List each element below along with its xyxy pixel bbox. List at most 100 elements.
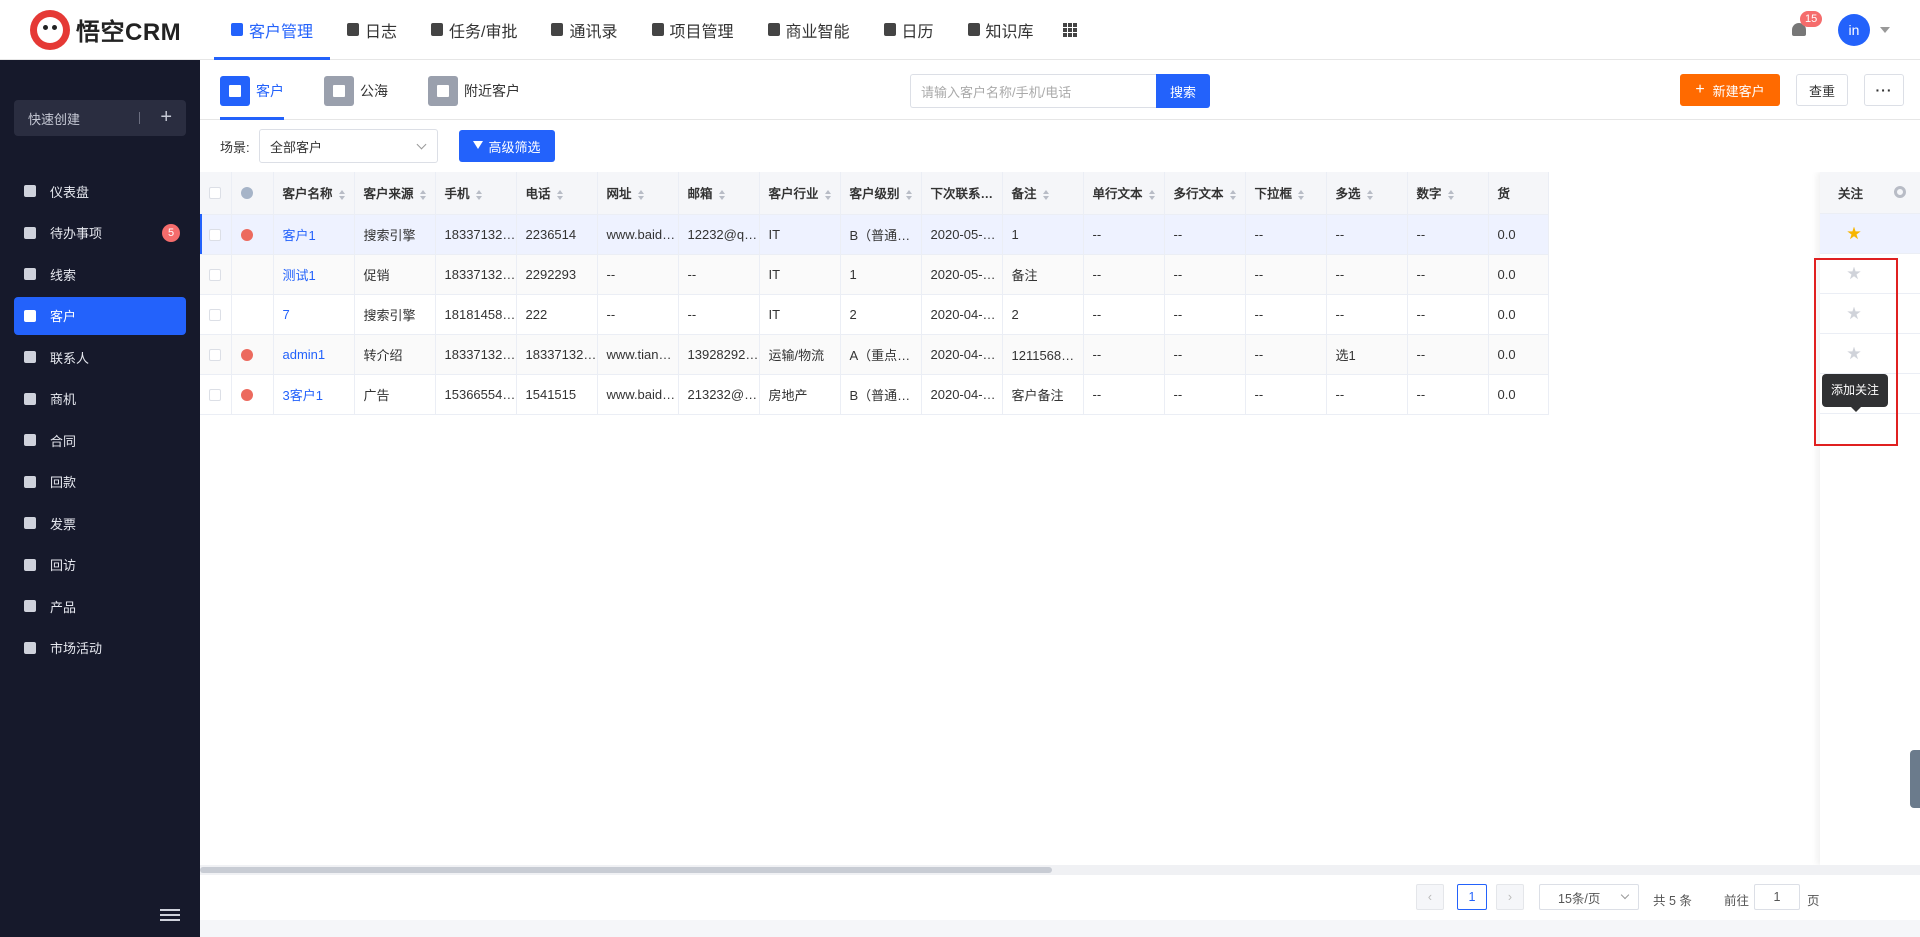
- sidebar-item-10[interactable]: 产品: [14, 587, 186, 625]
- customer-name-link[interactable]: admin1: [273, 334, 355, 375]
- sort-icon[interactable]: [905, 189, 912, 200]
- nav-item-2[interactable]: 任务/审批: [414, 0, 534, 60]
- sidebar-item-4[interactable]: 联系人: [14, 338, 186, 376]
- page-size-select[interactable]: 15条/页: [1539, 884, 1639, 910]
- plus-icon: +: [1695, 81, 1705, 98]
- quick-create-button[interactable]: 快速创建 +: [14, 100, 186, 136]
- next-page-button[interactable]: ›: [1496, 884, 1524, 910]
- column-header-10[interactable]: 单行文本: [1083, 172, 1165, 215]
- nav-item-0[interactable]: 客户管理: [214, 0, 331, 60]
- tab-nearby-customers[interactable]: 附近客户: [428, 76, 520, 106]
- column-settings-gear-icon[interactable]: [1894, 186, 1906, 198]
- sidebar-item-1[interactable]: 待办事项 5: [14, 214, 186, 252]
- plus-icon[interactable]: +: [160, 106, 172, 129]
- apps-grid-button[interactable]: [1051, 0, 1089, 60]
- star-icon[interactable]: [1847, 266, 1861, 280]
- star-icon[interactable]: [1847, 346, 1861, 360]
- table-row[interactable]: 3客户1 广告 153665545… 1541515 www.baidu… 213232@…: [200, 374, 1549, 415]
- new-customer-button[interactable]: + 新建客户: [1680, 74, 1780, 106]
- sidebar-item-5[interactable]: 商机: [14, 380, 186, 418]
- column-header-1[interactable]: 客户来源: [354, 172, 436, 215]
- chevron-down-icon[interactable]: [1880, 27, 1890, 33]
- column-header-2[interactable]: 手机: [435, 172, 517, 215]
- column-header-6[interactable]: 客户行业: [759, 172, 841, 215]
- collapse-menu-icon[interactable]: [160, 909, 180, 921]
- row-checkbox[interactable]: [209, 229, 221, 242]
- duplicate-check-button[interactable]: 查重: [1796, 74, 1848, 106]
- sort-icon[interactable]: [1229, 189, 1236, 200]
- sort-icon[interactable]: [1042, 189, 1049, 200]
- column-header-15[interactable]: 货: [1488, 172, 1549, 215]
- table-row[interactable]: admin1 转介绍 183371322… 183371322… www.tianya……: [200, 334, 1549, 375]
- sidebar-item-7[interactable]: 回款: [14, 463, 186, 501]
- nav-item-6[interactable]: 日历: [867, 0, 951, 60]
- user-avatar[interactable]: in: [1838, 14, 1870, 46]
- advanced-filter-button[interactable]: 高级筛选: [459, 130, 555, 162]
- current-page[interactable]: 1: [1457, 884, 1487, 910]
- tab-public-sea[interactable]: 公海: [324, 76, 388, 106]
- table-row[interactable]: 测试1 促销 183371322… 2292293 -- -- IT 1 2020-05-2… 备…: [200, 254, 1549, 295]
- goto-page-input[interactable]: 1: [1754, 884, 1800, 910]
- column-header-4[interactable]: 网址: [597, 172, 679, 215]
- column-header-12[interactable]: 下拉框: [1245, 172, 1327, 215]
- table-row[interactable]: 客户1 搜索引擎 183371322… 2236514 www.baidu… 12232@…: [200, 214, 1549, 255]
- customer-name-link[interactable]: 7: [273, 294, 355, 335]
- search-button[interactable]: 搜索: [1156, 74, 1210, 108]
- customer-name-link[interactable]: 客户1: [273, 214, 355, 255]
- column-header-0[interactable]: 客户名称: [273, 172, 355, 215]
- sort-icon[interactable]: [1366, 189, 1373, 200]
- sort-icon[interactable]: [824, 189, 831, 200]
- nav-item-7[interactable]: 知识库: [951, 0, 1051, 60]
- column-header-3[interactable]: 电话: [516, 172, 598, 215]
- nav-item-4[interactable]: 项目管理: [635, 0, 751, 60]
- table-row[interactable]: 7 搜索引擎 1818145816 222 -- -- IT 2 2020-04-2… 2 -- --…: [200, 294, 1549, 335]
- row-checkbox[interactable]: [209, 269, 221, 282]
- tab-customer[interactable]: 客户: [220, 76, 284, 106]
- sort-icon[interactable]: [1148, 189, 1155, 200]
- column-header-13[interactable]: 多选: [1326, 172, 1408, 215]
- star-icon[interactable]: [1847, 306, 1861, 320]
- nav-item-5[interactable]: 商业智能: [751, 0, 867, 60]
- star-filled-icon[interactable]: [1847, 226, 1861, 240]
- sort-icon[interactable]: [718, 189, 725, 200]
- row-checkbox[interactable]: [209, 349, 221, 362]
- sort-icon[interactable]: [419, 189, 426, 200]
- customer-name-link[interactable]: 测试1: [273, 254, 355, 295]
- sort-icon[interactable]: [637, 189, 644, 200]
- sort-icon[interactable]: [338, 189, 345, 200]
- more-actions-button[interactable]: ···: [1864, 74, 1904, 106]
- nav-item-3[interactable]: 通讯录: [534, 0, 634, 60]
- sort-icon[interactable]: [1298, 189, 1305, 200]
- side-drawer-handle[interactable]: [1910, 750, 1920, 808]
- app-logo[interactable]: 悟空CRM: [0, 0, 214, 60]
- row-checkbox[interactable]: [209, 389, 221, 402]
- column-header-14[interactable]: 数字: [1407, 172, 1489, 215]
- sidebar-item-2[interactable]: 线索: [14, 255, 186, 293]
- sidebar-item-3[interactable]: 客户: [14, 296, 186, 335]
- todo-count-badge: 5: [162, 223, 180, 242]
- nav-item-1[interactable]: 日志: [330, 0, 414, 60]
- column-header-5[interactable]: 邮箱: [678, 172, 760, 215]
- row-checkbox[interactable]: [209, 309, 221, 322]
- sidebar-item-0[interactable]: 仪表盘: [14, 172, 186, 210]
- column-header-7[interactable]: 客户级别: [840, 172, 922, 215]
- sort-icon[interactable]: [556, 189, 563, 200]
- scrollbar-thumb[interactable]: [200, 867, 1052, 873]
- sidebar-item-8[interactable]: 发票: [14, 504, 186, 542]
- column-header-9[interactable]: 备注: [1002, 172, 1084, 215]
- column-header-11[interactable]: 多行文本: [1164, 172, 1246, 215]
- horizontal-scrollbar[interactable]: [200, 865, 1920, 875]
- search-input[interactable]: 请输入客户名称/手机/电话: [910, 74, 1156, 108]
- sidebar-item-9[interactable]: 回访: [14, 546, 186, 584]
- sidebar-item-6[interactable]: 合同: [14, 421, 186, 459]
- sort-icon[interactable]: [1447, 189, 1454, 200]
- sort-icon[interactable]: [475, 189, 482, 200]
- prev-page-button[interactable]: ‹: [1416, 884, 1444, 910]
- column-header-8[interactable]: 下次联系时…: [921, 172, 1003, 215]
- sidebar-item-11[interactable]: 市场活动: [14, 629, 186, 667]
- scene-select[interactable]: 全部客户: [259, 129, 438, 163]
- select-all-checkbox[interactable]: [209, 187, 221, 200]
- phone-book-icon: [551, 23, 564, 36]
- notification-bell-button[interactable]: 15: [1790, 11, 1823, 39]
- customer-name-link[interactable]: 3客户1: [273, 374, 355, 415]
